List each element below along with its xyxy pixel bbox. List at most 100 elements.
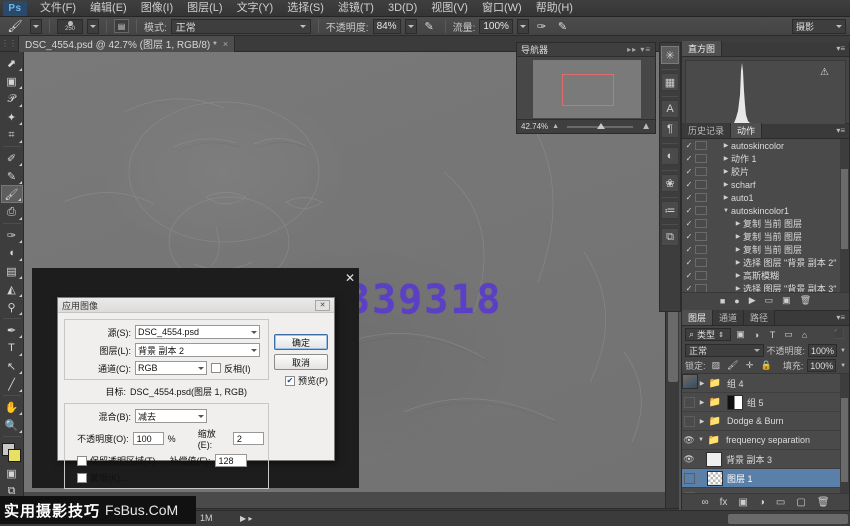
adjustment-icon[interactable]: ◑: [759, 497, 765, 508]
menu-item-3[interactable]: 图层(L): [180, 0, 229, 17]
chevron-down-icon[interactable]: ▼: [840, 363, 846, 369]
action-row[interactable]: ✓▶scharf: [682, 178, 849, 191]
lock-all-icon[interactable]: 🔒: [760, 359, 773, 372]
close-icon[interactable]: ✕: [342, 270, 358, 286]
link-icon[interactable]: ∞: [701, 497, 708, 508]
play-icon[interactable]: ▶ ▸: [240, 514, 252, 523]
marquee-tool[interactable]: ▣: [1, 72, 23, 90]
eye-icon[interactable]: [684, 492, 695, 494]
play-icon[interactable]: ▶: [749, 295, 756, 306]
shape-filter-icon[interactable]: ▭: [782, 328, 795, 341]
group-icon[interactable]: ▭: [776, 497, 785, 508]
actions-list[interactable]: ✓▶autoskincolor✓▶动作 1✓▶胶片✓▶scharf✓▶auto1…: [682, 139, 849, 292]
disclosure-triangle-icon[interactable]: ▶: [733, 246, 743, 253]
disclosure-triangle-icon[interactable]: ▶: [733, 285, 743, 292]
character-icon[interactable]: A: [661, 100, 679, 118]
layer-thumbnail[interactable]: 📁: [707, 414, 723, 429]
stop-icon[interactable]: ■: [720, 296, 725, 306]
path-selection-tool[interactable]: ↖: [1, 357, 23, 375]
lasso-tool[interactable]: 𝒫: [1, 90, 23, 108]
layer-thumbnail[interactable]: 📁: [707, 376, 723, 391]
menu-item-10[interactable]: 帮助(H): [529, 0, 580, 17]
hand-tool[interactable]: ✋: [1, 398, 23, 416]
record-icon[interactable]: ●: [734, 296, 739, 306]
action-dialog-toggle[interactable]: [695, 167, 707, 176]
panel-menu-icon[interactable]: ▾≡: [832, 41, 849, 56]
layer-thumbnail[interactable]: 📁: [706, 433, 722, 448]
airbrush-icon[interactable]: ✑: [533, 18, 550, 34]
flow-slider-dropdown[interactable]: [517, 19, 529, 34]
filter-toggle-icon[interactable]: ⬛: [833, 328, 846, 341]
cancel-button[interactable]: 取消: [274, 354, 328, 370]
color-swatches[interactable]: [1, 442, 23, 464]
invert-checkbox-row[interactable]: 反相(I): [211, 362, 251, 375]
history-brush-tool[interactable]: ✑: [1, 226, 23, 244]
action-dialog-toggle[interactable]: [695, 271, 707, 280]
disclosure-triangle-icon[interactable]: ▶: [697, 380, 707, 387]
preserve-checkbox[interactable]: [77, 456, 87, 466]
smart-object-filter-icon[interactable]: ⌂: [798, 328, 811, 341]
quick-selection-tool[interactable]: ✦: [1, 108, 23, 126]
layer-mask-thumbnail[interactable]: [727, 395, 743, 410]
workspace-selector[interactable]: 摄影: [792, 19, 846, 34]
layer-row[interactable]: 👁背景 副本 3: [682, 450, 849, 469]
panel-menu-icon[interactable]: ▾≡: [832, 310, 849, 325]
action-row[interactable]: ✓▶选择 图层 "背景 副本 3": [682, 282, 849, 292]
brush-preset-icon[interactable]: ❀: [661, 174, 679, 192]
gradient-tool[interactable]: ▤: [1, 262, 23, 280]
tool-preset-dropdown[interactable]: [30, 19, 42, 34]
eraser-tool[interactable]: ◖: [1, 244, 23, 262]
action-toggle-check[interactable]: ✓: [683, 154, 695, 163]
folder-icon[interactable]: ▭: [765, 295, 774, 306]
blend-mode-select[interactable]: 正常: [171, 19, 311, 34]
dialog-opacity-input[interactable]: 100: [133, 432, 164, 445]
action-toggle-check[interactable]: ✓: [683, 180, 695, 189]
tab-actions[interactable]: 动作: [731, 123, 762, 138]
disclosure-triangle-icon[interactable]: ▶: [721, 168, 731, 175]
flow-input[interactable]: 100%: [479, 19, 513, 34]
mask-checkbox-row[interactable]: 蒙版(K)...: [77, 471, 128, 484]
menu-item-8[interactable]: 视图(V): [424, 0, 475, 17]
chevron-down-icon[interactable]: ▼: [840, 348, 846, 354]
adjustment-filter-icon[interactable]: ◑: [750, 328, 763, 341]
new-layer-icon[interactable]: ▢: [796, 497, 805, 508]
quick-mask-icon[interactable]: ▣: [1, 464, 23, 482]
disclosure-triangle-icon[interactable]: ▶: [721, 155, 731, 162]
offset-input[interactable]: 128: [215, 454, 247, 467]
warning-icon[interactable]: ⚠: [820, 67, 829, 78]
disclosure-triangle-icon[interactable]: ▶: [721, 181, 731, 188]
preserve-checkbox-row[interactable]: 保留透明区域(T): [77, 454, 156, 467]
brush-panel-icon[interactable]: ≔: [661, 201, 679, 219]
action-toggle-check[interactable]: ✓: [683, 206, 695, 215]
color-icon[interactable]: ◐: [661, 147, 679, 165]
mask-icon[interactable]: ▣: [738, 497, 747, 508]
disclosure-triangle-icon[interactable]: ▶: [733, 233, 743, 240]
type-tool[interactable]: T: [1, 339, 23, 357]
layer-row[interactable]: 👁▼📁frequency separation: [682, 431, 849, 450]
action-row[interactable]: ✓▶复制 当前 图层: [682, 217, 849, 230]
zoom-out-icon[interactable]: ▲: [552, 123, 559, 130]
layers-list[interactable]: ▶📁组 4▶📁组 5▶📁Dodge & Burn👁▼📁frequency sep…: [682, 373, 849, 493]
action-row[interactable]: ✓▶高斯模糊: [682, 269, 849, 282]
action-toggle-check[interactable]: ✓: [683, 284, 695, 292]
action-dialog-toggle[interactable]: [695, 284, 707, 292]
opacity-slider-dropdown[interactable]: [405, 19, 417, 34]
styles-icon[interactable]: ▦: [661, 73, 679, 91]
scrollbar-thumb[interactable]: [841, 169, 848, 249]
shape-tool[interactable]: ╱: [1, 375, 23, 393]
disclosure-triangle-icon[interactable]: ▼: [696, 437, 706, 443]
action-dialog-toggle[interactable]: [695, 154, 707, 163]
document-tab[interactable]: DSC_4554.psd @ 42.7% (图层 1, RGB/8) * ×: [18, 36, 235, 52]
fx-icon[interactable]: fx: [720, 497, 728, 508]
preview-checkbox-row[interactable]: ✔ 预览(P): [285, 374, 328, 387]
lock-paint-icon[interactable]: 🖌: [726, 359, 739, 372]
source-select[interactable]: DSC_4554.psd: [135, 325, 260, 339]
clone-stamp-tool[interactable]: ⎙: [1, 203, 23, 221]
panel-menu-icon[interactable]: ▸▸ ▾≡: [627, 45, 651, 54]
adjustments-icon[interactable]: ✳: [661, 46, 679, 64]
scale-input[interactable]: 2: [233, 432, 264, 445]
crop-tool[interactable]: ⌗: [1, 126, 23, 144]
menu-item-7[interactable]: 3D(D): [381, 0, 424, 17]
lock-transparent-icon[interactable]: ▨: [710, 359, 723, 372]
disclosure-triangle-icon[interactable]: ▶: [697, 399, 707, 406]
